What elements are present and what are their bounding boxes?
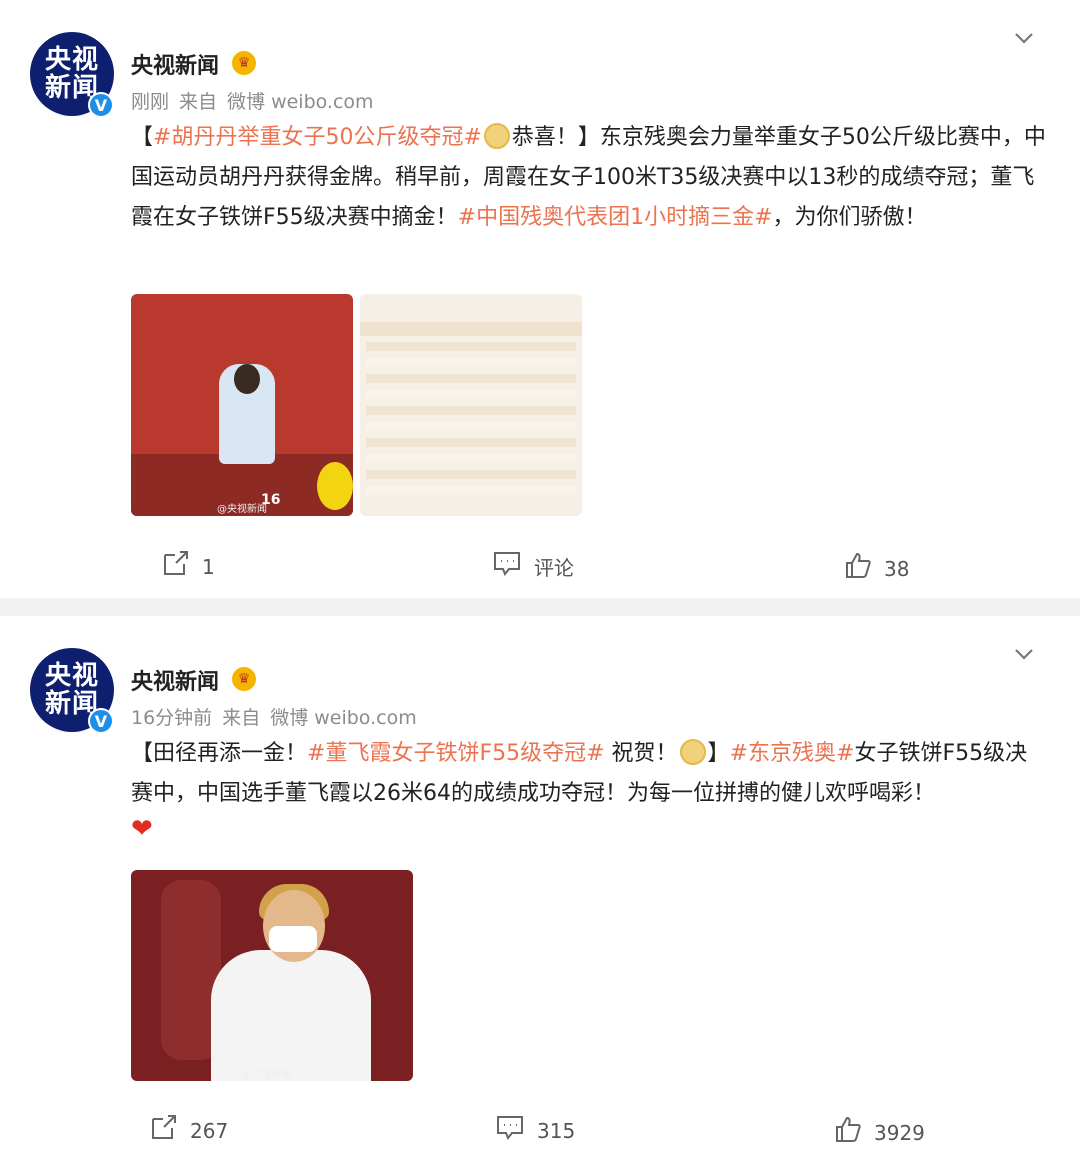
weibo-post: 央视 新闻 V 央视新闻 ♛ 刚刚 来自 微博 weibo.com 【#胡丹丹举重女… xyxy=(0,0,1080,598)
post-meta: 刚刚 来自 微博 weibo.com xyxy=(131,87,384,114)
comment-icon xyxy=(495,1113,525,1148)
like-count: 38 xyxy=(884,556,910,581)
repost-icon xyxy=(150,1113,178,1148)
like-count: 3929 xyxy=(874,1120,925,1145)
crown-icon: ♛ xyxy=(232,667,256,691)
topic-tag[interactable]: #董飞霞女子铁饼F55级夺冠# xyxy=(307,741,605,766)
weibo-post: 央视 新闻 V 央视新闻 ♛ 16分钟前 来自 微博 weibo.com 【田径再添… xyxy=(0,616,1080,1164)
post-time[interactable]: 刚刚 xyxy=(131,91,169,113)
like-button[interactable]: 3929 xyxy=(834,1115,925,1150)
verified-icon: V xyxy=(88,708,114,734)
avatar-text-top: 央视 xyxy=(44,661,99,691)
repost-button[interactable]: 267 xyxy=(150,1113,228,1148)
like-icon xyxy=(844,551,872,586)
post-time[interactable]: 16分钟前 xyxy=(131,707,212,729)
post-divider xyxy=(0,598,1080,616)
medal-emoji xyxy=(679,739,706,765)
text-body: 祝贺！ xyxy=(604,741,678,766)
medal-table-row xyxy=(366,406,576,415)
post-source[interactable]: 微博 weibo.com xyxy=(227,91,374,113)
image-watermark: @央视新闻 xyxy=(241,1070,291,1081)
post-image-discus[interactable]: @央视新闻 xyxy=(131,870,413,1081)
text-body: 】 xyxy=(707,741,730,766)
image-weight-plate xyxy=(317,462,353,510)
repost-count: 267 xyxy=(190,1118,229,1143)
comment-button[interactable]: 评论 xyxy=(492,549,574,584)
image-athlete-mask xyxy=(269,926,317,952)
source-prefix: 来自 xyxy=(179,91,218,113)
comment-button[interactable]: 315 xyxy=(495,1113,575,1148)
post-image-weightlifting[interactable]: 16 @央视新闻 xyxy=(131,294,353,516)
comment-icon xyxy=(492,549,522,584)
image-athlete-head xyxy=(234,364,260,394)
avatar-text-top: 央视 xyxy=(44,45,99,75)
medal-table-row xyxy=(366,422,576,431)
medal-table-row xyxy=(366,390,576,399)
author-name[interactable]: 央视新闻 xyxy=(131,48,219,80)
post-text: 【田径再添一金！#董飞霞女子铁饼F55级夺冠# 祝贺！ 】#东京残奥#女子铁饼F5… xyxy=(131,734,1046,814)
medal-table-row xyxy=(366,486,576,495)
crown-icon: ♛ xyxy=(232,51,256,75)
like-icon xyxy=(834,1115,862,1150)
like-button[interactable]: 38 xyxy=(844,551,909,586)
medal-table-row xyxy=(366,374,576,383)
medal-table-row xyxy=(366,438,576,447)
text-bracket: 【 xyxy=(131,125,154,150)
medal-emoji xyxy=(483,123,510,149)
heart-emoji: ❤ xyxy=(131,814,153,844)
comment-label: 评论 xyxy=(534,556,574,580)
chevron-down-icon[interactable] xyxy=(1012,642,1036,671)
text-body: 【田径再添一金！ xyxy=(131,741,308,766)
image-watermark: @央视新闻 xyxy=(217,504,267,515)
medal-table-row xyxy=(366,342,576,351)
text-body-end: ，为你们骄傲！ xyxy=(772,205,927,230)
medal-table-row xyxy=(366,454,576,463)
repost-icon xyxy=(162,549,190,584)
post-meta: 16分钟前 来自 微博 weibo.com xyxy=(131,703,427,730)
post-image-medal-table[interactable] xyxy=(360,294,582,516)
topic-tag[interactable]: #胡丹丹举重女子50公斤级夺冠# xyxy=(153,125,482,150)
topic-tag[interactable]: #中国残奥代表团1小时摘三金# xyxy=(458,205,773,230)
post-source[interactable]: 微博 weibo.com xyxy=(270,707,417,729)
chevron-down-icon[interactable] xyxy=(1012,26,1036,55)
repost-count: 1 xyxy=(202,554,215,579)
medal-table-row xyxy=(366,358,576,367)
medal-table-row xyxy=(366,470,576,479)
post-text: 【#胡丹丹举重女子50公斤级夺冠# 恭喜！】东京残奥会力量举重女子50公斤级比赛中… xyxy=(131,118,1046,238)
source-prefix: 来自 xyxy=(222,707,261,729)
comment-count: 315 xyxy=(537,1118,576,1143)
topic-tag[interactable]: #东京残奥# xyxy=(730,741,855,766)
image-athlete xyxy=(211,950,371,1081)
repost-button[interactable]: 1 xyxy=(162,549,215,584)
verified-icon: V xyxy=(88,92,114,118)
medal-table-header xyxy=(360,322,582,336)
author-name[interactable]: 央视新闻 xyxy=(131,664,219,696)
